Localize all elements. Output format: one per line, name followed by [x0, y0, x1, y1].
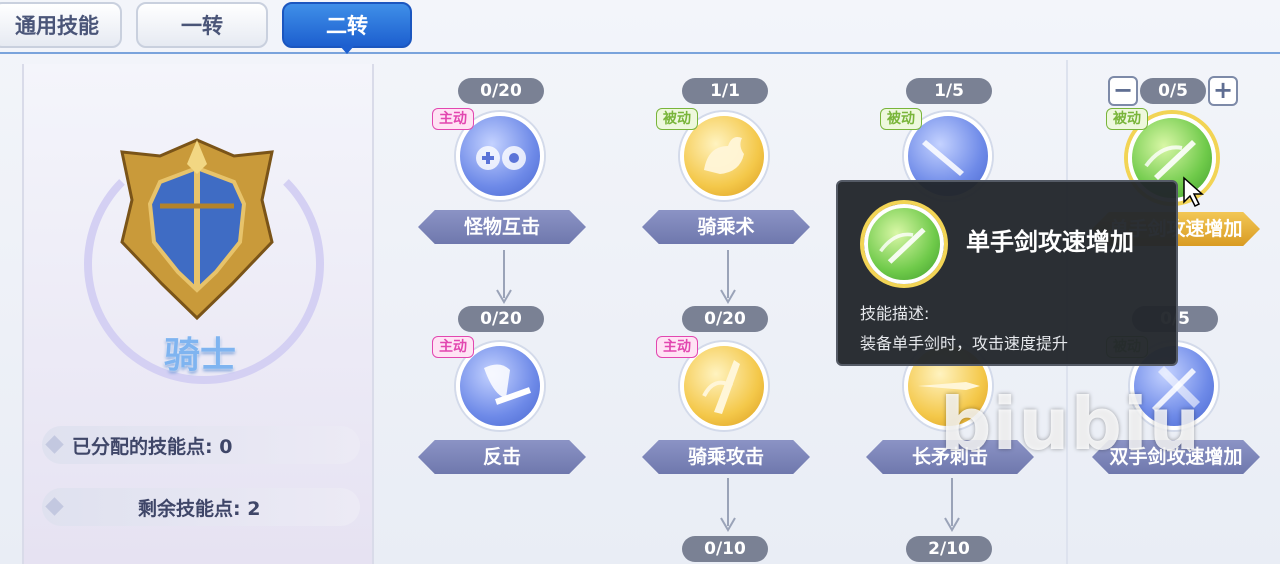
skill-level-counter: 1/1: [682, 78, 768, 104]
tooltip-skill-icon: [864, 204, 944, 284]
decrease-button[interactable]: −: [1108, 76, 1138, 106]
tab-second-job[interactable]: 二转: [282, 2, 412, 54]
tooltip-description-label: 技能描述:: [860, 304, 930, 323]
arrow-down-icon: [496, 250, 512, 304]
remaining-points-stat: 剩余技能点: 2: [42, 488, 360, 526]
diamond-icon: [45, 435, 64, 454]
diamond-icon: [45, 497, 64, 516]
active-tag: 主动: [432, 108, 474, 130]
tab-bar: 通用技能 一转 二转: [0, 0, 1280, 54]
skill-level-counter: 0/5: [1140, 78, 1206, 104]
tab-label: 通用技能: [15, 14, 99, 38]
tooltip-description: 装备单手剑时，攻击速度提升: [860, 334, 1069, 353]
sword-green-icon: [879, 227, 926, 264]
mouse-cursor-icon: [1183, 176, 1204, 208]
knight-shield-emblem-icon: [120, 138, 274, 321]
shield-sword-icon: [484, 364, 531, 405]
riding-name: 骑乘术: [642, 210, 810, 244]
assigned-points-stat: 已分配的技能点: 0: [42, 426, 360, 464]
tab-general-skills[interactable]: 通用技能: [0, 2, 122, 48]
stat-text: 剩余技能点: 2: [138, 497, 261, 520]
tooltip-title: 单手剑攻速增加: [966, 228, 1134, 256]
arrow-down-icon: [944, 478, 960, 532]
increase-button[interactable]: +: [1208, 76, 1238, 106]
active-tag: 主动: [656, 336, 698, 358]
passive-tag: 被动: [1106, 108, 1148, 130]
stat-text: 已分配的技能点: 0: [72, 435, 233, 458]
class-name: 骑士: [163, 335, 236, 376]
passive-tag: 被动: [656, 108, 698, 130]
tab-first-job[interactable]: 一转: [136, 2, 268, 48]
skill-tooltip: 单手剑攻速增加 技能描述: 装备单手剑时，攻击速度提升: [836, 180, 1178, 366]
tab-label: 二转: [326, 14, 368, 38]
passive-tag: 被动: [880, 108, 922, 130]
skill-level-counter: 1/5: [906, 78, 992, 104]
skill-level-counter: 0/20: [458, 78, 544, 104]
counter-name: 反击: [418, 440, 586, 474]
skill-level-counter: 2/10: [906, 536, 992, 562]
active-tag: 主动: [432, 336, 474, 358]
tab-label: 一转: [181, 14, 223, 38]
watermark: biubiu: [940, 382, 1201, 466]
monster-strike-name: 怪物互击: [418, 210, 586, 244]
riding-attack-name: 骑乘攻击: [642, 440, 810, 474]
skill-level-counter: 0/20: [458, 306, 544, 332]
skill-level-counter: 0/20: [682, 306, 768, 332]
character-panel: 骑士 已分配的技能点: 0 剩余技能点: 2: [22, 64, 374, 564]
arrow-down-icon: [720, 250, 736, 304]
lance-icon: [702, 360, 740, 414]
arrow-down-icon: [720, 478, 736, 532]
skill-level-counter: 0/10: [682, 536, 768, 562]
